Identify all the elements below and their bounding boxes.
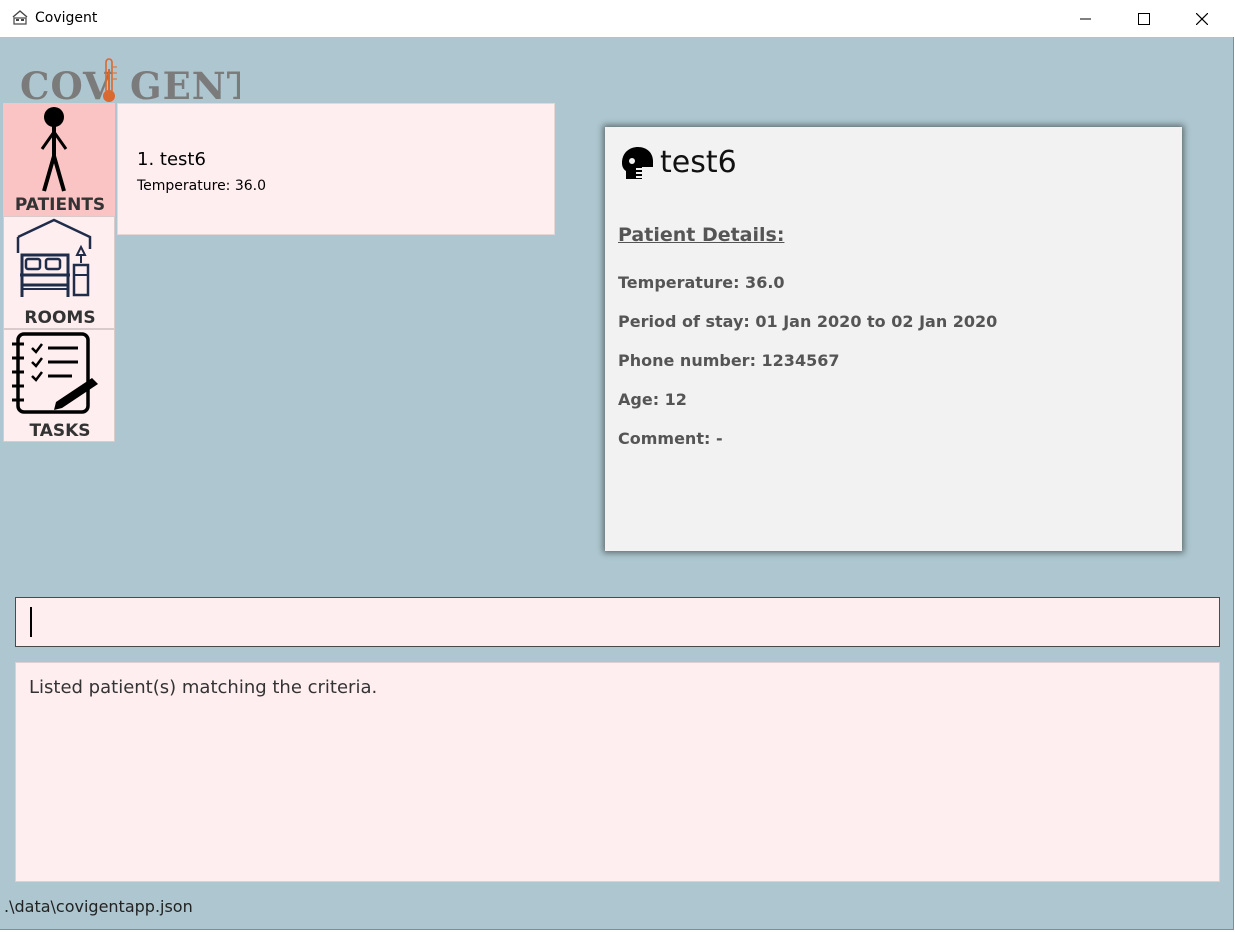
main-window: COV GENT PATIENTS (0, 37, 1234, 930)
close-icon (1196, 12, 1208, 25)
detail-phone-number: Phone number: 1234567 (618, 351, 840, 370)
maximize-button[interactable] (1115, 0, 1173, 37)
svg-text:COV: COV (20, 64, 113, 105)
bed-room-icon (16, 218, 92, 297)
patient-detail-name: test6 (660, 145, 737, 180)
minimize-icon (1080, 18, 1091, 19)
minimize-button[interactable] (1057, 0, 1115, 37)
patient-details-heading: Patient Details: (618, 224, 785, 246)
title-bar: Covigent (0, 0, 1235, 37)
window-title: Covigent (35, 10, 98, 26)
detail-temperature: Temperature: 36.0 (618, 273, 785, 292)
detail-comment: Comment: - (618, 429, 723, 448)
close-button[interactable] (1173, 0, 1231, 37)
svg-text:GENT: GENT (130, 64, 240, 105)
maximize-icon (1138, 12, 1150, 25)
detail-period-of-stay: Period of stay: 01 Jan 2020 to 02 Jan 20… (618, 312, 998, 331)
person-icon (40, 107, 68, 192)
text-caret (30, 607, 32, 637)
checklist-icon (12, 332, 98, 414)
nav-patients-button[interactable]: PATIENTS (3, 103, 115, 216)
command-box[interactable] (15, 597, 1220, 647)
logo: COV GENT (20, 47, 254, 108)
nav-tasks-label: TASKS (29, 421, 91, 441)
patient-list-item[interactable]: 1. test6 Temperature: 36.0 (117, 103, 555, 235)
patient-list-name: 1. test6 (137, 149, 206, 170)
nav-rooms-button[interactable]: ROOMS (3, 216, 115, 329)
nav-patients-label: PATIENTS (14, 195, 106, 215)
patient-detail-panel: test6 Patient Details: Temperature: 36.0… (605, 127, 1182, 551)
patient-head-icon (622, 147, 653, 179)
patient-list-temperature: Temperature: 36.0 (137, 178, 267, 194)
result-message: Listed patient(s) matching the criteria. (29, 677, 378, 698)
nav-rooms-label: ROOMS (24, 308, 96, 328)
result-display: Listed patient(s) matching the criteria. (15, 662, 1220, 882)
status-bar-file-path: .\data\covigentapp.json (4, 897, 193, 916)
nav-tasks-button[interactable]: TASKS (3, 329, 115, 442)
command-input[interactable] (16, 598, 1219, 646)
detail-age: Age: 12 (618, 390, 687, 409)
logo-image: COV GENT (20, 58, 254, 108)
app-icon (12, 10, 28, 25)
